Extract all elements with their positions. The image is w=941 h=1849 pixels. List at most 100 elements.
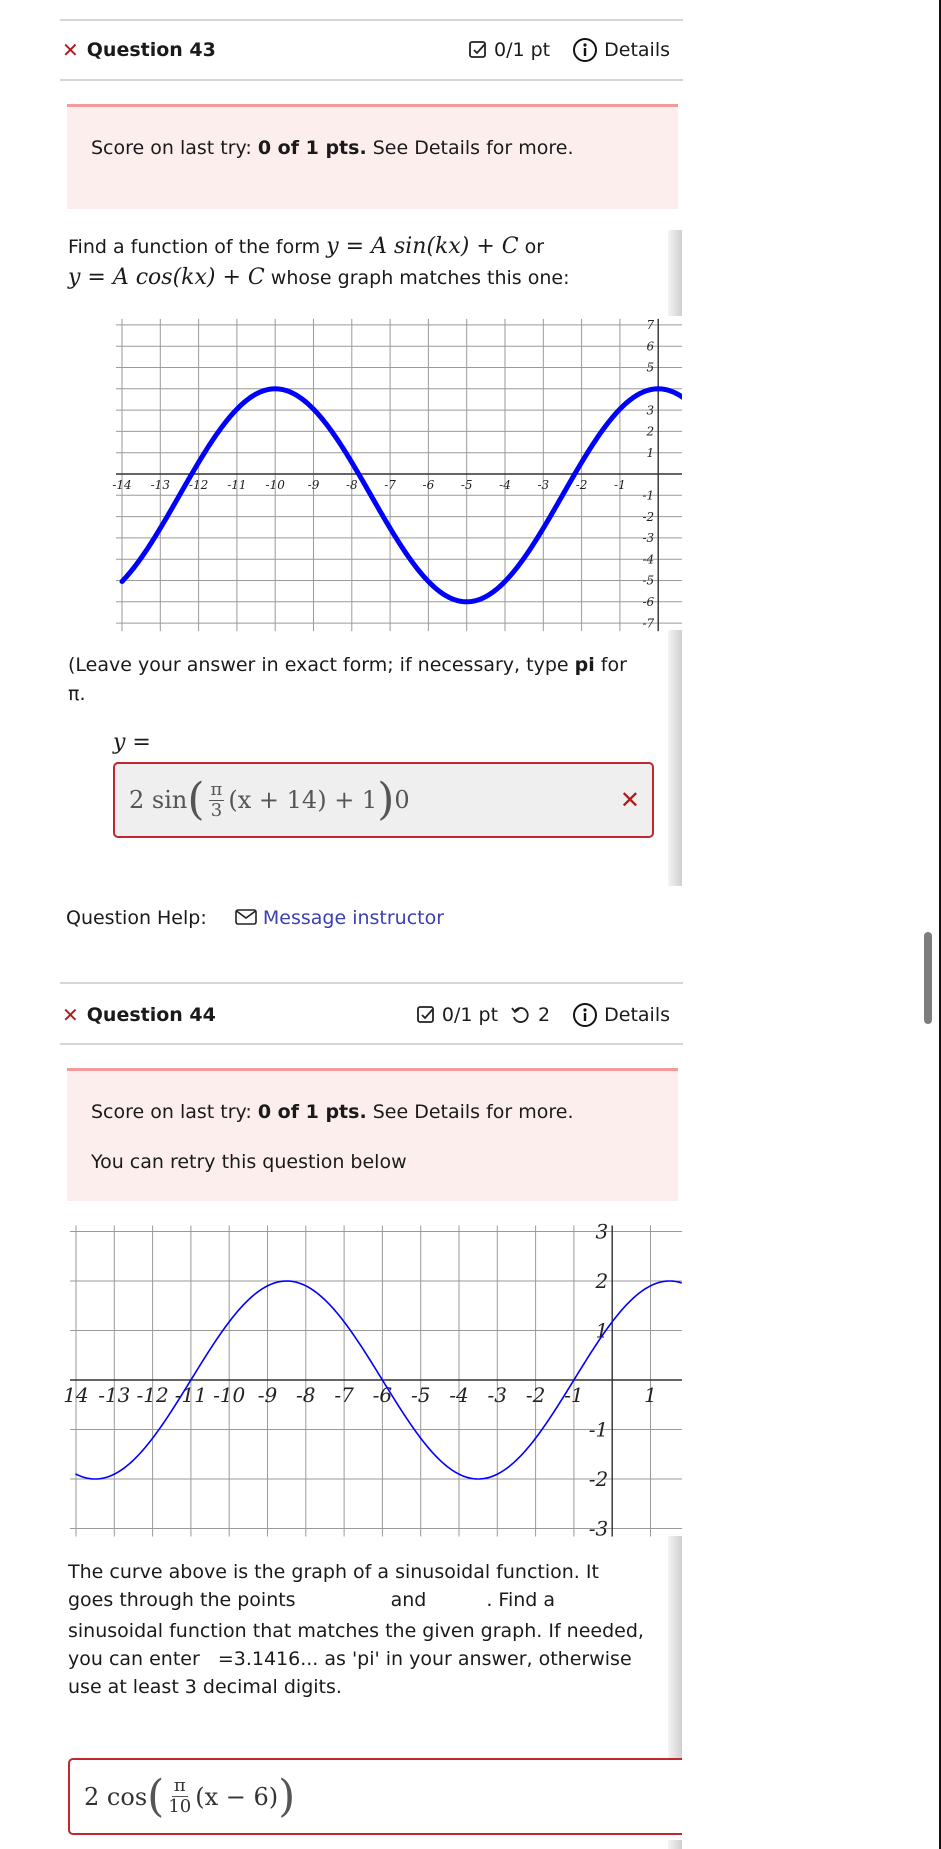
- scroll-shadow: [668, 1536, 682, 1758]
- x-tick-label: -8: [346, 478, 358, 492]
- details-button[interactable]: Details: [572, 1002, 670, 1028]
- question-44-header: ✕ Question 44 0/1 pt 2 Details: [62, 1000, 670, 1030]
- y-tick-label: -3: [589, 1517, 608, 1541]
- x-tick-label: -5: [461, 478, 473, 492]
- x-mark-icon: ✕: [62, 38, 79, 62]
- y-tick-label: -2: [642, 510, 654, 524]
- retry-note: You can retry this question below: [91, 1151, 407, 1173]
- y-tick-label: -3: [642, 531, 654, 545]
- prompt-line-1: Find a function of the form y = A sin(kx…: [68, 234, 545, 259]
- form-sin: y = A sin(kx) + C: [326, 234, 519, 259]
- answer-input-q44[interactable]: 2 cos( π 10 (x − 6)): [68, 1758, 698, 1835]
- x-tick-label: -9: [308, 478, 320, 492]
- x-tick-label: -4: [499, 478, 511, 492]
- score-text: Score on last try: 0 of 1 pts. See Detai…: [91, 1101, 574, 1123]
- x-tick-label: -7: [384, 478, 396, 492]
- x-tick-label: -2: [576, 478, 588, 492]
- x-tick-label: -12: [136, 1383, 168, 1407]
- y-tick-label: -6: [642, 595, 654, 609]
- x-tick-label: -14: [112, 478, 131, 492]
- checkbox-icon: [416, 1006, 434, 1023]
- y-tick-label: -2: [589, 1467, 608, 1491]
- prompt-line: you can enter =3.1416... as 'pi' in your …: [68, 1648, 632, 1670]
- y-tick-label: 2: [594, 1269, 608, 1293]
- y-tick-label: 3: [647, 403, 655, 417]
- x-mark-icon: ✕: [62, 1003, 79, 1027]
- x-tick-label: 1: [644, 1383, 657, 1407]
- prompt-line: use at least 3 decimal digits.: [68, 1676, 342, 1698]
- header-divider-bottom: [60, 1043, 683, 1045]
- prompt-line: goes through the points and. Find a: [68, 1589, 556, 1611]
- details-label: Details: [604, 1004, 670, 1026]
- answer-expression: 2 cos( π 10 (x − 6)): [84, 1770, 296, 1822]
- x-tick-label: -7: [334, 1383, 354, 1407]
- message-instructor-link[interactable]: Message instructor: [263, 907, 444, 929]
- x-tick-label: -10: [213, 1383, 245, 1407]
- y-tick-label: -1: [642, 489, 654, 503]
- mail-icon: [235, 909, 257, 925]
- question-help: Question Help: Message instructor: [66, 907, 445, 929]
- x-tick-label: -10: [266, 478, 286, 492]
- y-tick-label: -4: [642, 552, 654, 566]
- score-label: 0/1 pt: [441, 1004, 499, 1026]
- y-tick-label: 3: [595, 1220, 608, 1244]
- prompt-line-2: y = A cos(kx) + C whose graph matches th…: [68, 265, 570, 290]
- y-tick-label: -5: [642, 574, 654, 588]
- x-tick-label: -13: [151, 478, 171, 492]
- score-box: Score on last try: 0 of 1 pts. See Detai…: [67, 104, 678, 209]
- info-icon: [573, 38, 598, 62]
- header-divider-top: [60, 982, 683, 984]
- x-tick-label: -11: [175, 1383, 207, 1407]
- x-tick-label: -9: [258, 1383, 278, 1407]
- x-tick-label: -12: [189, 478, 208, 492]
- x-tick-label: -6: [373, 1383, 393, 1407]
- question-title: Question 43: [86, 39, 216, 61]
- x-tick-label: -1: [614, 478, 626, 492]
- graph-1: -14 -13 -12 -11 -10 -9 -8 -7 -6 -5 -4 -3 -2 -1 7 6 5 3 2 1 -…: [112, 318, 682, 632]
- answer-expression: 2 sin( π3 (x + 14) + 1) 0: [129, 774, 410, 825]
- y-tick-label: 6: [647, 339, 655, 353]
- scroll-shadow: [668, 1840, 682, 1849]
- question-43-header: ✕ Question 43 0/1 pt Details: [62, 35, 670, 65]
- y-tick-label: -1: [589, 1418, 608, 1442]
- retry-icon: [511, 1007, 529, 1023]
- x-tick-label: -3: [537, 478, 549, 492]
- instructions-line-2: π.: [68, 683, 86, 705]
- retries-count: 2: [538, 1004, 551, 1026]
- x-tick-label: -11: [227, 478, 246, 492]
- y-tick-label: -7: [642, 616, 654, 630]
- score-text: Score on last try: 0 of 1 pts. See Detai…: [91, 137, 574, 159]
- answer-label: y =: [113, 730, 151, 755]
- scroll-shadow: [668, 230, 682, 316]
- x-tick-label: 14: [63, 1383, 88, 1407]
- y-tick-label: 5: [647, 361, 655, 375]
- prompt-line: The curve above is the graph of a sinuso…: [68, 1561, 599, 1583]
- x-tick-label: -2: [526, 1383, 545, 1407]
- scroll-shadow: [668, 630, 682, 886]
- checkbox-icon: [469, 41, 486, 58]
- x-tick-label: -8: [296, 1383, 315, 1407]
- x-tick-label: -1: [564, 1383, 583, 1407]
- question-title: Question 44: [86, 1004, 216, 1026]
- instructions-line-1: (Leave your answer in exact form; if nec…: [68, 654, 627, 676]
- form-cos: y = A cos(kx) + C: [68, 265, 265, 290]
- details-label: Details: [604, 39, 670, 61]
- header-divider-bottom: [60, 79, 683, 81]
- x-tick-label: -6: [423, 478, 435, 492]
- y-tick-label: 7: [647, 318, 655, 332]
- x-tick-label: -4: [449, 1383, 468, 1407]
- x-tick-label: -3: [488, 1383, 507, 1407]
- incorrect-icon: ✕: [619, 786, 640, 814]
- x-tick-label: -13: [98, 1383, 130, 1407]
- score-box: Score on last try: 0 of 1 pts. See Detai…: [67, 1068, 678, 1201]
- scrollbar-thumb[interactable]: [924, 932, 932, 1024]
- header-divider-top: [60, 19, 683, 21]
- answer-input-q43[interactable]: 2 sin( π3 (x + 14) + 1) 0 ✕: [113, 762, 654, 838]
- x-tick-label: -5: [411, 1383, 430, 1407]
- prompt-line: sinusoidal function that matches the giv…: [68, 1620, 644, 1642]
- details-button[interactable]: Details: [572, 37, 670, 63]
- y-tick-label: 1: [647, 446, 655, 460]
- info-icon: [573, 1003, 598, 1027]
- graph-2: 14 -13 -12 -11 -10 -9 -8 -7 -6 -5 -4 -3 -2 -1 1321-1-2…: [63, 1220, 682, 1541]
- clip-mask: [682, 1750, 712, 1849]
